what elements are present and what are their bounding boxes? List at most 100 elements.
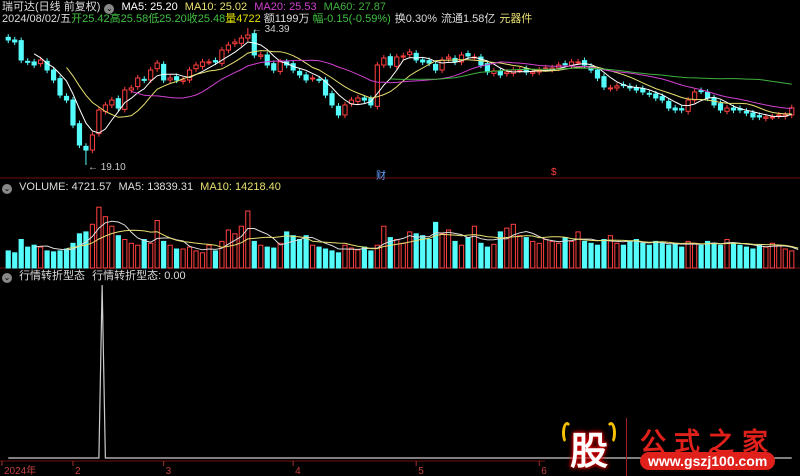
volume-bar [219, 240, 225, 269]
volume-bar [63, 248, 70, 269]
volume-bar [25, 246, 31, 269]
volume-bar [536, 242, 542, 269]
volume-bar [212, 250, 219, 269]
quote-high: 高25.58 [109, 13, 149, 25]
volume-bar [471, 225, 478, 269]
candle-body [5, 36, 11, 41]
quote-sector[interactable]: 元器件 [499, 13, 532, 25]
candle-body [400, 55, 406, 58]
volume-bar [277, 242, 283, 269]
volume-bar [763, 246, 769, 269]
quote-change: 幅-0.15(-0.59%) [312, 13, 391, 25]
candle-body [601, 76, 607, 88]
quote-turnover: 换0.30% [394, 13, 437, 25]
collapse-icon[interactable]: ⌄ [2, 184, 12, 194]
candle-body [83, 145, 89, 151]
volume-bar [789, 250, 795, 269]
chart-canvas[interactable]: ← 34.39 ← 19.10 2024年 2 3 4 5 6 [0, 0, 800, 476]
volume-bar [575, 231, 581, 269]
volume-bar [38, 246, 44, 269]
volume-bar [653, 240, 659, 269]
candle-body [18, 40, 24, 61]
collapse-icon[interactable]: ⌄ [2, 273, 12, 283]
volume-bar [44, 250, 50, 269]
volume-bar [704, 240, 711, 269]
candle-body [76, 123, 83, 146]
candle-body [115, 98, 121, 109]
candle-body [730, 107, 737, 111]
volume-bar [517, 235, 523, 269]
dividend-marker[interactable]: $ [551, 167, 557, 178]
candle-body [465, 53, 471, 57]
volume-bar [322, 248, 329, 269]
candle-body [776, 114, 782, 117]
candle-body [154, 62, 160, 70]
volume-bar [122, 239, 128, 269]
quote-close: 收25.48 [186, 13, 226, 25]
volume-bar [614, 242, 620, 269]
volume-bar [672, 242, 678, 269]
indicator-name: 行情转折型态 [19, 270, 86, 282]
x-tick-label: 5 [418, 466, 424, 476]
x-tick-label: 6 [541, 466, 547, 476]
volume-bar [161, 240, 167, 269]
candle-body [646, 92, 652, 95]
candle-body [653, 93, 659, 99]
volume-bar [135, 244, 141, 269]
candle-body [167, 77, 173, 81]
candle-body [141, 78, 147, 81]
quote-date: 2024/08/02/五 [2, 13, 72, 25]
candle-body [445, 56, 452, 60]
volume-header: ⌄ VOLUME: 4721.57 MA5: 13839.31 MA10: 14… [2, 181, 285, 194]
candle-body [672, 107, 678, 111]
volume-bar [465, 237, 471, 269]
volume-ma10: MA10: 14218.40 [200, 181, 281, 193]
quote-open: 开25.42 [71, 13, 110, 25]
candle-body [374, 64, 380, 107]
candle-body [439, 59, 445, 71]
volume-bar [594, 244, 601, 269]
volume-bar [581, 240, 588, 269]
volume-bar [698, 244, 704, 269]
volume-bar [562, 237, 568, 269]
candle-body [659, 96, 665, 101]
volume-bar [782, 248, 788, 269]
volume-bar [329, 250, 335, 269]
candle-body [426, 60, 432, 64]
candle-body [161, 63, 167, 81]
finance-marker[interactable]: 财 [376, 167, 386, 182]
quote-volume: 量4722 [225, 13, 261, 25]
candle-body [109, 99, 115, 106]
volume-bar [407, 231, 413, 269]
volume-bar [646, 244, 652, 269]
candle-body [355, 97, 361, 102]
volume-bar [154, 220, 160, 269]
volume-bar [167, 244, 173, 269]
volume-bar [115, 235, 121, 269]
volume-bar [666, 244, 672, 269]
candle-body [238, 37, 244, 44]
volume-bar [549, 240, 555, 269]
volume-bar [12, 252, 18, 269]
volume-bar [717, 244, 724, 269]
logo-divider [626, 418, 627, 476]
candle-body [504, 71, 510, 75]
volume-bar [5, 250, 11, 269]
candle-body [433, 63, 439, 71]
candle-body [342, 104, 348, 116]
volume-bar [348, 247, 355, 269]
volume-bar [76, 233, 83, 269]
volume-bar [186, 246, 193, 269]
volume-bar [452, 240, 458, 269]
candle-body [581, 60, 588, 66]
candle-body [329, 93, 335, 106]
candle-body [271, 63, 277, 71]
logo-url: www.gszj100.com [640, 452, 776, 470]
x-tick-label: 2 [75, 466, 81, 476]
volume-bar [523, 237, 529, 269]
volume-bar [50, 251, 57, 269]
candle-body [640, 88, 646, 93]
volume-bar [258, 244, 264, 269]
volume-bar [368, 250, 374, 269]
candle-body [679, 108, 685, 111]
